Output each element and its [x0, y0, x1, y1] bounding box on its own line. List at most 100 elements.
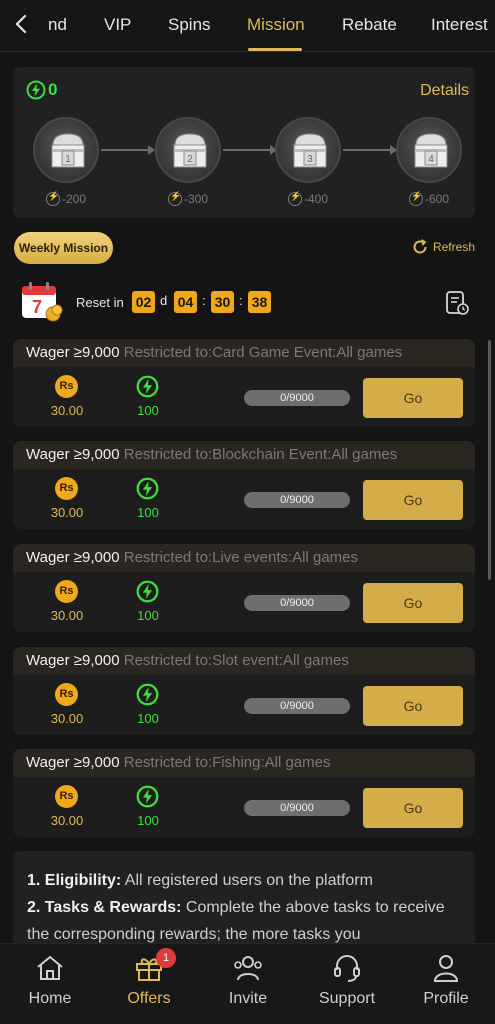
rupee-coin-icon: Rs: [55, 375, 78, 398]
top-tab-bar: nd VIP Spins Mission Rebate Interest: [0, 0, 495, 52]
energy-icon: [136, 375, 159, 398]
chest-2[interactable]: 2: [155, 117, 221, 183]
chest-number: 1: [65, 154, 71, 165]
countdown-separator: :: [202, 293, 206, 308]
energy-reward: 100: [137, 608, 159, 623]
treasure-chest-icon: 2: [173, 133, 207, 168]
treasure-chest-icon: 3: [293, 133, 327, 168]
nav-label: Support: [318, 990, 376, 1007]
mission-progress: 0/9000: [244, 492, 350, 508]
record-icon[interactable]: [445, 290, 469, 316]
energy-total: 0: [26, 80, 57, 100]
calendar-icon: 7: [22, 282, 63, 322]
refresh-button[interactable]: Refresh: [411, 238, 475, 256]
nav-support[interactable]: Support: [302, 952, 392, 1008]
tab-rebate[interactable]: Rebate: [342, 15, 397, 35]
nav-offers[interactable]: 1 Offers: [104, 948, 194, 1008]
energy-icon: [136, 683, 159, 706]
weekly-mission-button[interactable]: Weekly Mission: [14, 232, 113, 264]
energy-icon: [136, 785, 159, 808]
tab-mission[interactable]: Mission: [247, 15, 305, 35]
go-button[interactable]: Go: [363, 583, 463, 623]
mission-progress: 0/9000: [244, 800, 350, 816]
energy-reward: 100: [137, 505, 159, 520]
countdown-days: 02: [132, 291, 155, 313]
profile-icon: [433, 955, 459, 982]
mission-title: Wager ≥9,000 Restricted to:Card Game Eve…: [26, 344, 402, 361]
tab-spins[interactable]: Spins: [168, 15, 211, 35]
chest-cost-value: -400: [303, 192, 329, 206]
mission-wager: Wager ≥9,000: [26, 652, 120, 669]
energy-icon: [408, 191, 423, 206]
mission-card: Wager ≥9,000 Restricted to:Fishing:All g…: [13, 749, 475, 837]
energy-reward: 100: [137, 711, 159, 726]
mission-title: Wager ≥9,000 Restricted to:Blockchain Ev…: [26, 446, 397, 463]
nav-home[interactable]: Home: [5, 952, 95, 1008]
rupee-coin-icon: Rs: [55, 477, 78, 500]
back-icon[interactable]: [8, 10, 36, 38]
mission-title: Wager ≥9,000 Restricted to:Fishing:All g…: [26, 754, 330, 771]
chest-4[interactable]: 4: [396, 117, 462, 183]
countdown-seconds: 38: [248, 291, 271, 313]
treasure-chest-icon: 4: [414, 133, 448, 168]
treasure-chest-icon: 1: [51, 133, 85, 168]
countdown-hours: 04: [174, 291, 197, 313]
nav-label: Profile: [423, 990, 469, 1007]
tab-partial[interactable]: nd: [48, 15, 67, 35]
mission-card: Wager ≥9,000 Restricted to:Blockchain Ev…: [13, 441, 475, 529]
coin-reward: 30.00: [50, 711, 84, 726]
chest-number: 4: [428, 154, 434, 165]
mission-card: Wager ≥9,000 Restricted to:Live events:A…: [13, 544, 475, 632]
calendar-day: 7: [32, 297, 42, 317]
reset-label: Reset in: [76, 295, 124, 310]
rupee-coin-icon: Rs: [55, 785, 78, 808]
go-button[interactable]: Go: [363, 480, 463, 520]
rupee-coin-icon: Rs: [55, 580, 78, 603]
mission-progress: 0/9000: [244, 595, 350, 611]
chest-cost: -600: [396, 191, 462, 206]
home-icon: [37, 955, 63, 980]
energy-reward: 100: [137, 403, 159, 418]
rule-text: All registered users on the platform: [121, 872, 373, 889]
countdown-days-unit: d: [160, 293, 168, 308]
go-button[interactable]: Go: [363, 686, 463, 726]
countdown-minutes: 30: [211, 291, 234, 313]
energy-total-value: 0: [48, 80, 58, 99]
mission-restriction: Restricted to:Blockchain Event:All games: [123, 446, 398, 463]
coin-reward: 30.00: [50, 813, 84, 828]
nav-profile[interactable]: Profile: [401, 952, 491, 1008]
mission-progress: 0/9000: [244, 390, 350, 406]
energy-icon: [45, 191, 60, 206]
nav-label: Invite: [228, 990, 268, 1007]
bottom-nav: Home 1 Offers Invite Support Profile: [0, 943, 495, 1024]
energy-icon: [136, 580, 159, 603]
mission-title: Wager ≥9,000 Restricted to:Live events:A…: [26, 549, 358, 566]
invite-icon: [234, 956, 262, 981]
chest-cost-value: -200: [61, 192, 87, 206]
details-link[interactable]: Details: [420, 82, 469, 100]
energy-icon: [287, 191, 302, 206]
nav-label: Offers: [127, 990, 171, 1007]
go-button[interactable]: Go: [363, 788, 463, 828]
rules-panel: 1. Eligibility: All registered users on …: [13, 851, 475, 951]
nav-invite[interactable]: Invite: [203, 952, 293, 1008]
chest-cost: -300: [155, 191, 221, 206]
go-button[interactable]: Go: [363, 378, 463, 418]
coin-reward: 30.00: [50, 608, 84, 623]
chest-3[interactable]: 3: [275, 117, 341, 183]
chest-arrow: [223, 145, 277, 155]
tab-interest[interactable]: Interest: [431, 15, 488, 35]
energy-icon: [136, 477, 159, 500]
scrollbar[interactable]: [488, 340, 491, 580]
coin-reward: 30.00: [50, 505, 84, 520]
energy-icon: [26, 80, 46, 100]
coin-reward: 30.00: [50, 403, 84, 418]
tab-vip[interactable]: VIP: [104, 15, 131, 35]
nav-label: Home: [28, 990, 72, 1007]
rule-heading: 1. Eligibility:: [27, 872, 122, 889]
chest-1[interactable]: 1: [33, 117, 99, 183]
mission-restriction: Restricted to:Fishing:All games: [123, 754, 331, 771]
rupee-coin-icon: Rs: [55, 683, 78, 706]
headset-icon: [334, 955, 360, 982]
refresh-icon: [413, 239, 427, 254]
